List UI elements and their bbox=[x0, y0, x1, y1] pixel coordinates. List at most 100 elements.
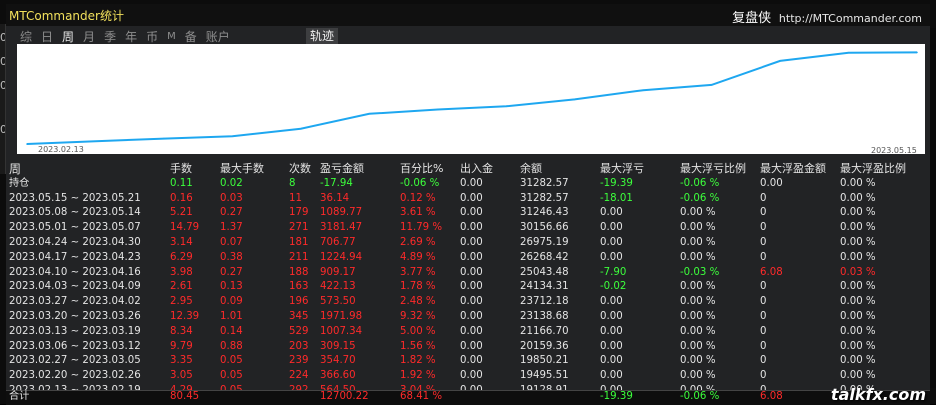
table-cell: 12.39 bbox=[170, 310, 200, 322]
table-cell: 23138.68 bbox=[520, 310, 569, 322]
brand[interactable]: 复盘侠 http://MTCommander.com bbox=[732, 7, 922, 26]
table-cell: 0.00 bbox=[600, 370, 623, 382]
table-cell: 0.00 bbox=[460, 310, 483, 322]
table-cell: 5.21 bbox=[170, 207, 193, 219]
table-row[interactable]: 2023.03.13 ~ 2023.03.19 8.34 0.14 529 1007.3… bbox=[6, 325, 930, 340]
table-cell: 4.89 % bbox=[400, 251, 436, 263]
table-row[interactable]: 2023.05.08 ~ 2023.05.14 5.21 0.27 179 1089.7… bbox=[6, 206, 930, 221]
table-cell: 573.50 bbox=[320, 296, 356, 308]
tab-8[interactable]: 备 bbox=[185, 29, 197, 45]
row-label: 2023.03.27 ~ 2023.04.02 bbox=[9, 296, 141, 308]
table-cell: 0.00 bbox=[460, 281, 483, 293]
table-row[interactable]: 2023.05.15 ~ 2023.05.21 0.16 0.03 11 36.14 0.… bbox=[6, 192, 930, 207]
tab-7[interactable]: M bbox=[167, 29, 176, 45]
table-row[interactable]: 2023.02.20 ~ 2023.02.26 3.05 0.05 224 366.60… bbox=[6, 369, 930, 384]
table-row[interactable]: 2023.02.27 ~ 2023.03.05 3.35 0.05 239 354.70… bbox=[6, 354, 930, 369]
table-cell: 0.00 % bbox=[680, 296, 716, 308]
table-cell: 0.00 % bbox=[840, 207, 876, 219]
table-row[interactable]: 2023.04.17 ~ 2023.04.23 6.29 0.38 211 1224.9… bbox=[6, 251, 930, 266]
tab-0[interactable]: 综 bbox=[20, 29, 32, 45]
desktop-frame: 0 0 0 0 MTCommander统计 复盘侠 http://MTComma… bbox=[0, 0, 936, 405]
tab-4[interactable]: 季 bbox=[104, 29, 116, 45]
table-row[interactable]: 2023.04.24 ~ 2023.04.30 3.14 0.07 181 706.77… bbox=[6, 236, 930, 251]
table-cell: 0.88 bbox=[220, 340, 243, 352]
column-header[interactable]: 最大浮亏比例 bbox=[680, 162, 746, 177]
column-header[interactable]: 余额 bbox=[520, 162, 542, 177]
column-header[interactable]: 最大浮亏 bbox=[600, 162, 644, 177]
chart-start-date: 2023.02.13 bbox=[38, 145, 84, 154]
table-cell: 0 bbox=[760, 207, 767, 219]
table-row[interactable]: 2023.03.06 ~ 2023.03.12 9.79 0.88 203 309.15… bbox=[6, 340, 930, 355]
table-cell: -0.06 % bbox=[680, 391, 720, 402]
table-cell: 0.00 bbox=[460, 325, 483, 337]
equity-point bbox=[916, 51, 918, 54]
table-cell: 68.41 % bbox=[400, 391, 443, 402]
table-cell: 0.00 % bbox=[840, 325, 876, 337]
table-cell: 3.77 % bbox=[400, 266, 436, 278]
row-label: 2023.03.13 ~ 2023.03.19 bbox=[9, 325, 141, 337]
table-cell: 0.00 % bbox=[680, 340, 716, 352]
column-header[interactable]: 最大浮盈金额 bbox=[760, 162, 826, 177]
equity-point bbox=[505, 105, 508, 108]
column-header[interactable]: 出入金 bbox=[460, 162, 493, 177]
column-header[interactable]: 盈亏金额 bbox=[320, 162, 364, 177]
equity-point bbox=[94, 140, 97, 143]
tab-5[interactable]: 年 bbox=[125, 29, 137, 45]
tab-track[interactable]: 轨迹 bbox=[306, 28, 339, 45]
table-cell: 8 bbox=[289, 177, 296, 189]
table-cell: 1089.77 bbox=[320, 207, 363, 219]
table-cell: 0 bbox=[760, 296, 767, 308]
table-cell: 0.00 bbox=[600, 251, 623, 263]
table-cell: 0.00 % bbox=[680, 310, 716, 322]
column-header[interactable]: 最大手数 bbox=[220, 162, 264, 177]
tab-6[interactable]: 币 bbox=[146, 29, 158, 45]
table-cell: 5.00 % bbox=[400, 325, 436, 337]
table-cell: 0.00 % bbox=[840, 222, 876, 234]
table-cell: 25043.48 bbox=[520, 266, 569, 278]
table-cell: 529 bbox=[289, 325, 309, 337]
column-header[interactable]: 周 bbox=[9, 162, 21, 177]
column-header[interactable]: 手数 bbox=[170, 162, 192, 177]
table-cell: 1.78 % bbox=[400, 281, 436, 293]
table-cell: 0.12 % bbox=[400, 192, 436, 204]
column-header[interactable]: 百分比% bbox=[400, 162, 443, 177]
table-cell: -0.06 % bbox=[680, 192, 720, 204]
row-label: 2023.04.24 ~ 2023.04.30 bbox=[9, 236, 141, 248]
table-cell: 0.07 bbox=[220, 236, 243, 248]
table-row[interactable]: 2023.04.03 ~ 2023.04.09 2.61 0.13 163 422.13… bbox=[6, 280, 930, 295]
total-row[interactable]: 合计 80.45 12700.22 68.41 % -19.39 -0.06 % 6.08 bbox=[6, 390, 930, 405]
table-row[interactable]: 2023.04.10 ~ 2023.04.16 3.98 0.27 188 909.17… bbox=[6, 266, 930, 281]
table-cell: 3.98 bbox=[170, 266, 193, 278]
scrollbar[interactable] bbox=[929, 28, 936, 388]
table-cell: 0.00 bbox=[600, 222, 623, 234]
table-cell: 6.29 bbox=[170, 251, 193, 263]
equity-point bbox=[368, 112, 371, 115]
table-cell: -18.01 bbox=[600, 192, 633, 204]
table-cell: 0.02 bbox=[220, 177, 243, 189]
table-cell: 3181.47 bbox=[320, 222, 363, 234]
table-header: 周 手数 最大手数 次数 盈亏金额 百分比% 出入金 余额 最大浮亏 最大浮亏比例 最大浮盈金额 最大… bbox=[6, 162, 930, 177]
table-row[interactable]: 2023.03.27 ~ 2023.04.02 2.95 0.09 196 573.50… bbox=[6, 295, 930, 310]
table-cell: 354.70 bbox=[320, 355, 356, 367]
column-header[interactable]: 最大浮盈比例 bbox=[840, 162, 906, 177]
table-cell: 0 bbox=[760, 192, 767, 204]
table-cell: 0 bbox=[760, 251, 767, 263]
table-cell: 0.00 bbox=[460, 266, 483, 278]
tab-3[interactable]: 月 bbox=[83, 29, 95, 45]
tab-9[interactable]: 账户 bbox=[206, 29, 230, 45]
column-header[interactable]: 次数 bbox=[289, 162, 311, 177]
stats-window: MTCommander统计 复盘侠 http://MTCommander.com… bbox=[6, 4, 930, 405]
table-row[interactable]: 2023.05.01 ~ 2023.05.07 14.79 1.37 271 3181.… bbox=[6, 221, 930, 236]
table-cell: 9.79 bbox=[170, 340, 193, 352]
table-cell: 19850.21 bbox=[520, 355, 569, 367]
tab-1[interactable]: 日 bbox=[41, 29, 53, 45]
table-row[interactable]: 2023.03.20 ~ 2023.03.26 12.39 1.01 345 1971.… bbox=[6, 310, 930, 325]
brand-url-link[interactable]: http://MTCommander.com bbox=[779, 12, 922, 25]
tab-2[interactable]: 周 bbox=[62, 29, 74, 45]
table-cell: 0.00 bbox=[600, 296, 623, 308]
table-cell: 0 bbox=[760, 340, 767, 352]
table-cell: 0.00 % bbox=[680, 355, 716, 367]
watermark: talkfx.com bbox=[830, 385, 926, 404]
table-cell: 0.05 bbox=[220, 355, 243, 367]
position-row[interactable]: 持仓 0.11 0.02 8 -17.94 -0.06 % 0.00 31282.57 -19.… bbox=[6, 177, 930, 192]
